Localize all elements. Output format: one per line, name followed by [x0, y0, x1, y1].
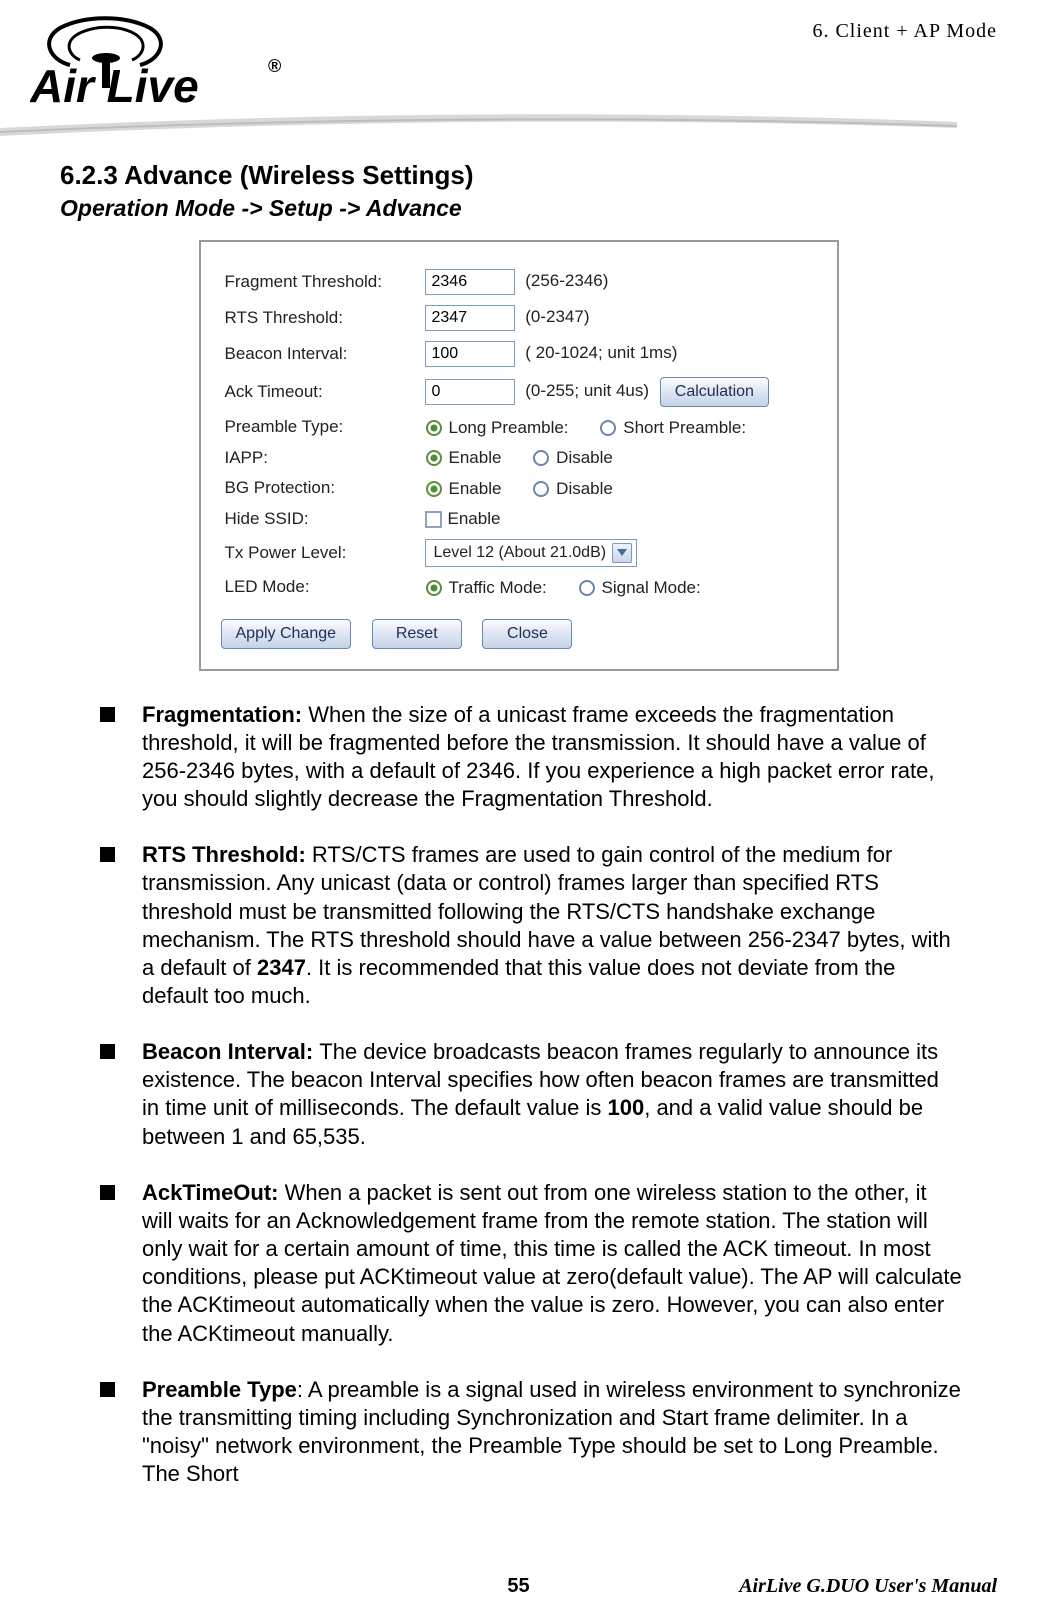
rts-threshold-label: RTS Threshold:: [221, 300, 421, 336]
ack-timeout-input[interactable]: [425, 379, 515, 405]
bullet-icon: [100, 847, 115, 862]
rts-threshold-input[interactable]: [425, 305, 515, 331]
hide-ssid-checkbox[interactable]: [425, 511, 442, 528]
svg-text:Air Live: Air Live: [30, 60, 199, 110]
long-preamble-radio[interactable]: [425, 419, 443, 437]
beacon-interval-item: Beacon Interval: The device broadcasts b…: [100, 1038, 962, 1151]
iapp-disable-label: Disable: [556, 448, 613, 467]
bullet-icon: [100, 1185, 115, 1200]
beacon-interval-input[interactable]: [425, 341, 515, 367]
page-footer: 55 AirLive G.DUO User's Manual: [0, 1575, 1037, 1598]
hide-ssid-label: Hide SSID:: [221, 504, 421, 535]
led-traffic-radio[interactable]: [425, 579, 443, 597]
reset-button[interactable]: Reset: [372, 619, 462, 649]
close-button[interactable]: Close: [482, 619, 572, 649]
breadcrumb: Operation Mode -> Setup -> Advance: [60, 195, 997, 222]
iapp-enable-label: Enable: [449, 448, 502, 467]
fragment-threshold-label: Fragment Threshold:: [221, 264, 421, 300]
bullet-icon: [100, 1382, 115, 1397]
short-preamble-label: Short Preamble:: [623, 418, 746, 437]
header-swoosh: [0, 110, 957, 140]
short-preamble-radio[interactable]: [599, 419, 617, 437]
fragment-threshold-input[interactable]: [425, 269, 515, 295]
iapp-enable-radio[interactable]: [425, 449, 443, 467]
preamble-type-label: Preamble Type:: [221, 412, 421, 443]
beacon-interval-label: Beacon Interval:: [221, 336, 421, 372]
fragment-threshold-hint: (256-2346): [525, 271, 608, 290]
fragmentation-title: Fragmentation:: [142, 702, 308, 727]
rts-threshold-title: RTS Threshold:: [142, 842, 312, 867]
preamble-type-title: Preamble Type: [142, 1377, 297, 1402]
bg-enable-radio[interactable]: [425, 480, 443, 498]
airlive-logo: Air Live ®: [30, 10, 310, 115]
preamble-type-item: Preamble Type: A preamble is a signal us…: [100, 1376, 962, 1489]
rts-threshold-bold: 2347: [257, 955, 306, 980]
chevron-down-icon: [612, 543, 632, 563]
calculation-button[interactable]: Calculation: [660, 377, 769, 407]
ack-timeout-hint: (0-255; unit 4us): [525, 381, 649, 400]
beacon-interval-bold: 100: [608, 1095, 645, 1120]
chapter-reference: 6. Client + AP Mode: [812, 20, 997, 43]
iapp-label: IAPP:: [221, 443, 421, 474]
ack-timeout-title: AckTimeOut:: [142, 1180, 279, 1205]
led-signal-label: Signal Mode:: [602, 578, 701, 597]
page-number: 55: [507, 1575, 529, 1598]
hide-ssid-enable-label: Enable: [448, 509, 501, 528]
apply-change-button[interactable]: Apply Change: [221, 619, 352, 649]
bg-protection-label: BG Protection:: [221, 473, 421, 504]
led-mode-label: LED Mode:: [221, 572, 421, 603]
section-heading: 6.2.3 Advance (Wireless Settings): [60, 160, 997, 191]
tx-power-label: Tx Power Level:: [221, 534, 421, 572]
svg-text:®: ®: [268, 56, 281, 76]
rts-threshold-hint: (0-2347): [525, 307, 589, 326]
bg-enable-label: Enable: [449, 479, 502, 498]
ack-timeout-item: AckTimeOut: When a packet is sent out fr…: [100, 1179, 962, 1348]
manual-title: AirLive G.DUO User's Manual: [739, 1575, 997, 1598]
led-signal-radio[interactable]: [578, 579, 596, 597]
long-preamble-label: Long Preamble:: [449, 418, 569, 437]
fragmentation-item: Fragmentation: When the size of a unicas…: [100, 701, 962, 814]
iapp-disable-radio[interactable]: [532, 449, 550, 467]
bullet-icon: [100, 707, 115, 722]
description-list: Fragmentation: When the size of a unicas…: [100, 701, 962, 1489]
ack-timeout-label: Ack Timeout:: [221, 372, 421, 412]
bullet-icon: [100, 1044, 115, 1059]
rts-threshold-item: RTS Threshold: RTS/CTS frames are used t…: [100, 841, 962, 1010]
led-traffic-label: Traffic Mode:: [449, 578, 547, 597]
bg-disable-radio[interactable]: [532, 480, 550, 498]
advance-settings-panel: Fragment Threshold: (256-2346) RTS Thres…: [199, 240, 839, 671]
bg-disable-label: Disable: [556, 479, 613, 498]
tx-power-value: Level 12 (About 21.0dB): [434, 544, 607, 562]
tx-power-select[interactable]: Level 12 (About 21.0dB): [425, 539, 638, 567]
beacon-interval-title: Beacon Interval:: [142, 1039, 319, 1064]
beacon-interval-hint: ( 20-1024; unit 1ms): [525, 343, 677, 362]
